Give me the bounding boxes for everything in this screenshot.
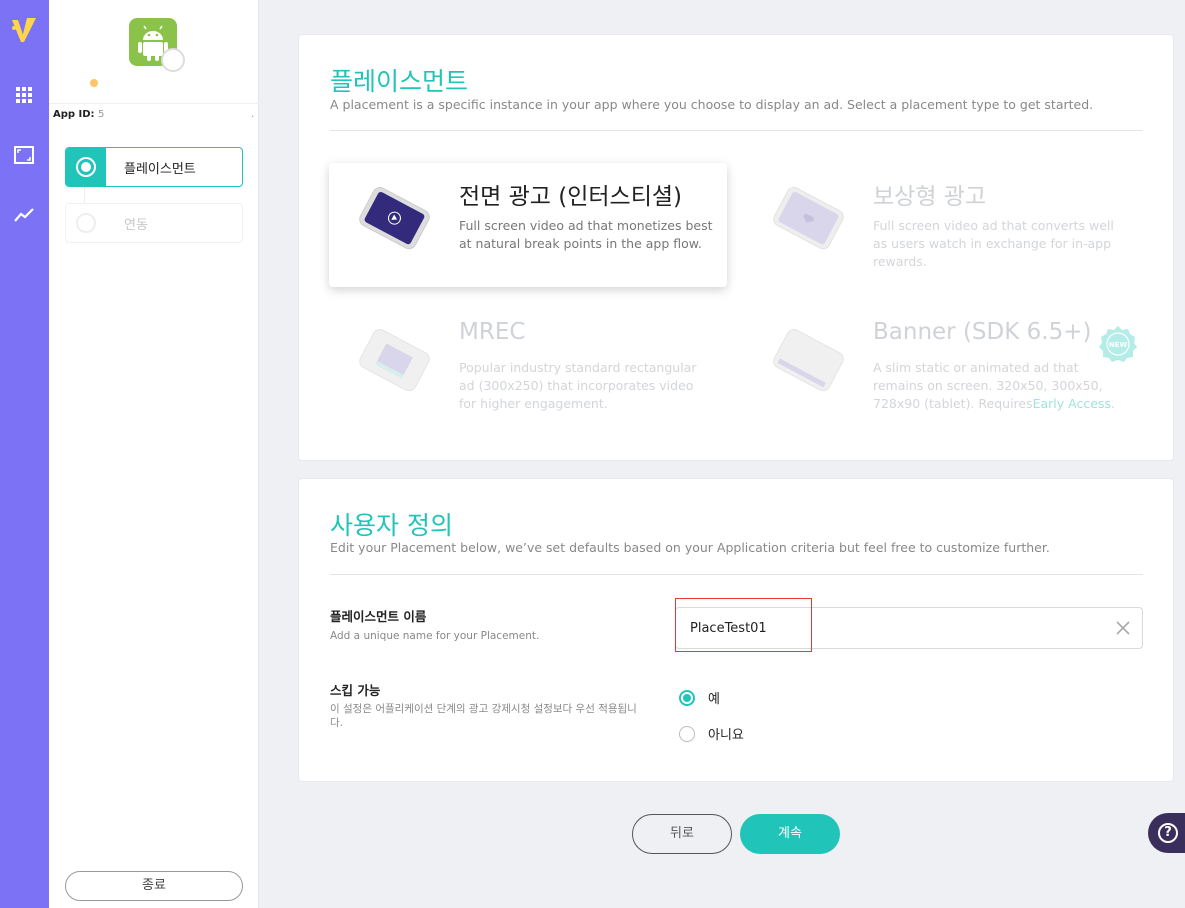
app-id-tail: . bbox=[251, 109, 255, 120]
trend-icon[interactable] bbox=[13, 204, 35, 226]
section-title: 사용자 정의 bbox=[330, 511, 453, 540]
skippable-no-radio[interactable] bbox=[679, 726, 695, 742]
app-id-value: 5 bbox=[98, 109, 105, 120]
customize-card: 사용자 정의 Edit your Placement below, we’ve … bbox=[298, 478, 1174, 782]
side-panel: App ID: 5 . 플레이스먼트 연동 종료 bbox=[49, 0, 259, 908]
clear-icon[interactable] bbox=[1114, 619, 1132, 637]
status-dot bbox=[90, 79, 98, 87]
platform-badge-icon bbox=[161, 48, 185, 72]
placement-frame-icon[interactable] bbox=[13, 144, 35, 166]
step-integration: 연동 bbox=[65, 203, 243, 243]
skippable-yes-radio[interactable] bbox=[679, 690, 695, 706]
vungle-logo-icon[interactable] bbox=[10, 16, 38, 46]
back-button[interactable]: 뒤로 bbox=[632, 814, 732, 854]
mrec-phone-icon bbox=[359, 328, 430, 392]
placement-type-title: 전면 광고 (인터스티셜) bbox=[459, 184, 683, 210]
android-app-icon bbox=[129, 18, 185, 72]
help-button[interactable]: ? bbox=[1148, 813, 1185, 853]
divider bbox=[330, 574, 1143, 575]
step-label: 플레이스먼트 bbox=[124, 162, 196, 177]
link-suffix: . bbox=[1110, 396, 1115, 411]
left-rail bbox=[0, 0, 49, 908]
new-badge-icon: NEW bbox=[1099, 326, 1137, 362]
step-active-radio-icon bbox=[66, 148, 106, 186]
section-description: Edit your Placement below, we’ve set def… bbox=[330, 540, 1050, 555]
skippable-no-label[interactable]: 아니요 bbox=[708, 724, 744, 743]
grid-icon[interactable] bbox=[13, 84, 35, 106]
placement-type-title: Banner (SDK 6.5+) bbox=[873, 319, 1092, 345]
skippable-yes-label[interactable]: 예 bbox=[708, 688, 720, 707]
placement-type-interstitial[interactable]: 전면 광고 (인터스티셜) Full screen video ad that … bbox=[329, 163, 727, 287]
placement-type-rewarded[interactable]: 보상형 광고 Full screen video ad that convert… bbox=[743, 163, 1141, 287]
placement-type-description: Popular industry standard rectangular ad… bbox=[459, 360, 697, 411]
placement-type-card: 플레이스먼트 A placement is a specific instanc… bbox=[298, 34, 1174, 461]
exit-button[interactable]: 종료 bbox=[65, 871, 243, 901]
new-badge-text: NEW bbox=[1109, 341, 1128, 349]
step-placement[interactable]: 플레이스먼트 bbox=[65, 147, 243, 187]
continue-button[interactable]: 계속 bbox=[740, 814, 840, 854]
placement-name-label: 플레이스먼트 이름 bbox=[330, 609, 427, 624]
step-label: 연동 bbox=[124, 218, 148, 233]
step-inactive-radio-icon bbox=[76, 213, 96, 233]
early-access-link[interactable]: Early Access bbox=[1033, 396, 1111, 411]
rewarded-phone-icon bbox=[773, 186, 844, 250]
skippable-help: 이 설정은 어플리케이션 단계의 광고 강제시청 설정보다 우선 적용됩니다. bbox=[330, 703, 637, 729]
placement-type-title: 보상형 광고 bbox=[873, 184, 987, 210]
placement-type-mrec[interactable]: MREC Popular industry standard rectangul… bbox=[329, 305, 727, 429]
placement-name-input[interactable] bbox=[675, 607, 1143, 649]
placement-type-title: MREC bbox=[459, 319, 526, 345]
help-icon: ? bbox=[1158, 823, 1178, 843]
step-connector bbox=[84, 187, 85, 203]
divider bbox=[330, 130, 1143, 131]
placement-name-help: Add a unique name for your Placement. bbox=[330, 630, 540, 642]
interstitial-phone-icon bbox=[359, 186, 430, 250]
banner-phone-icon bbox=[773, 328, 844, 392]
app-id-label: App ID: bbox=[53, 109, 95, 120]
placement-type-description: Full screen video ad that monetizes best… bbox=[459, 218, 713, 251]
app-id: App ID: 5 . bbox=[53, 109, 254, 120]
divider bbox=[49, 103, 259, 104]
placement-type-banner[interactable]: Banner (SDK 6.5+) A slim static or anima… bbox=[743, 305, 1141, 429]
placement-type-description: A slim static or animated ad that remain… bbox=[873, 359, 1128, 413]
section-title: 플레이스먼트 bbox=[330, 67, 469, 96]
section-description: A placement is a specific instance in yo… bbox=[330, 97, 1094, 112]
skippable-label: 스킵 가능 bbox=[330, 683, 381, 698]
placement-type-description: Full screen video ad that converts well … bbox=[873, 218, 1114, 269]
